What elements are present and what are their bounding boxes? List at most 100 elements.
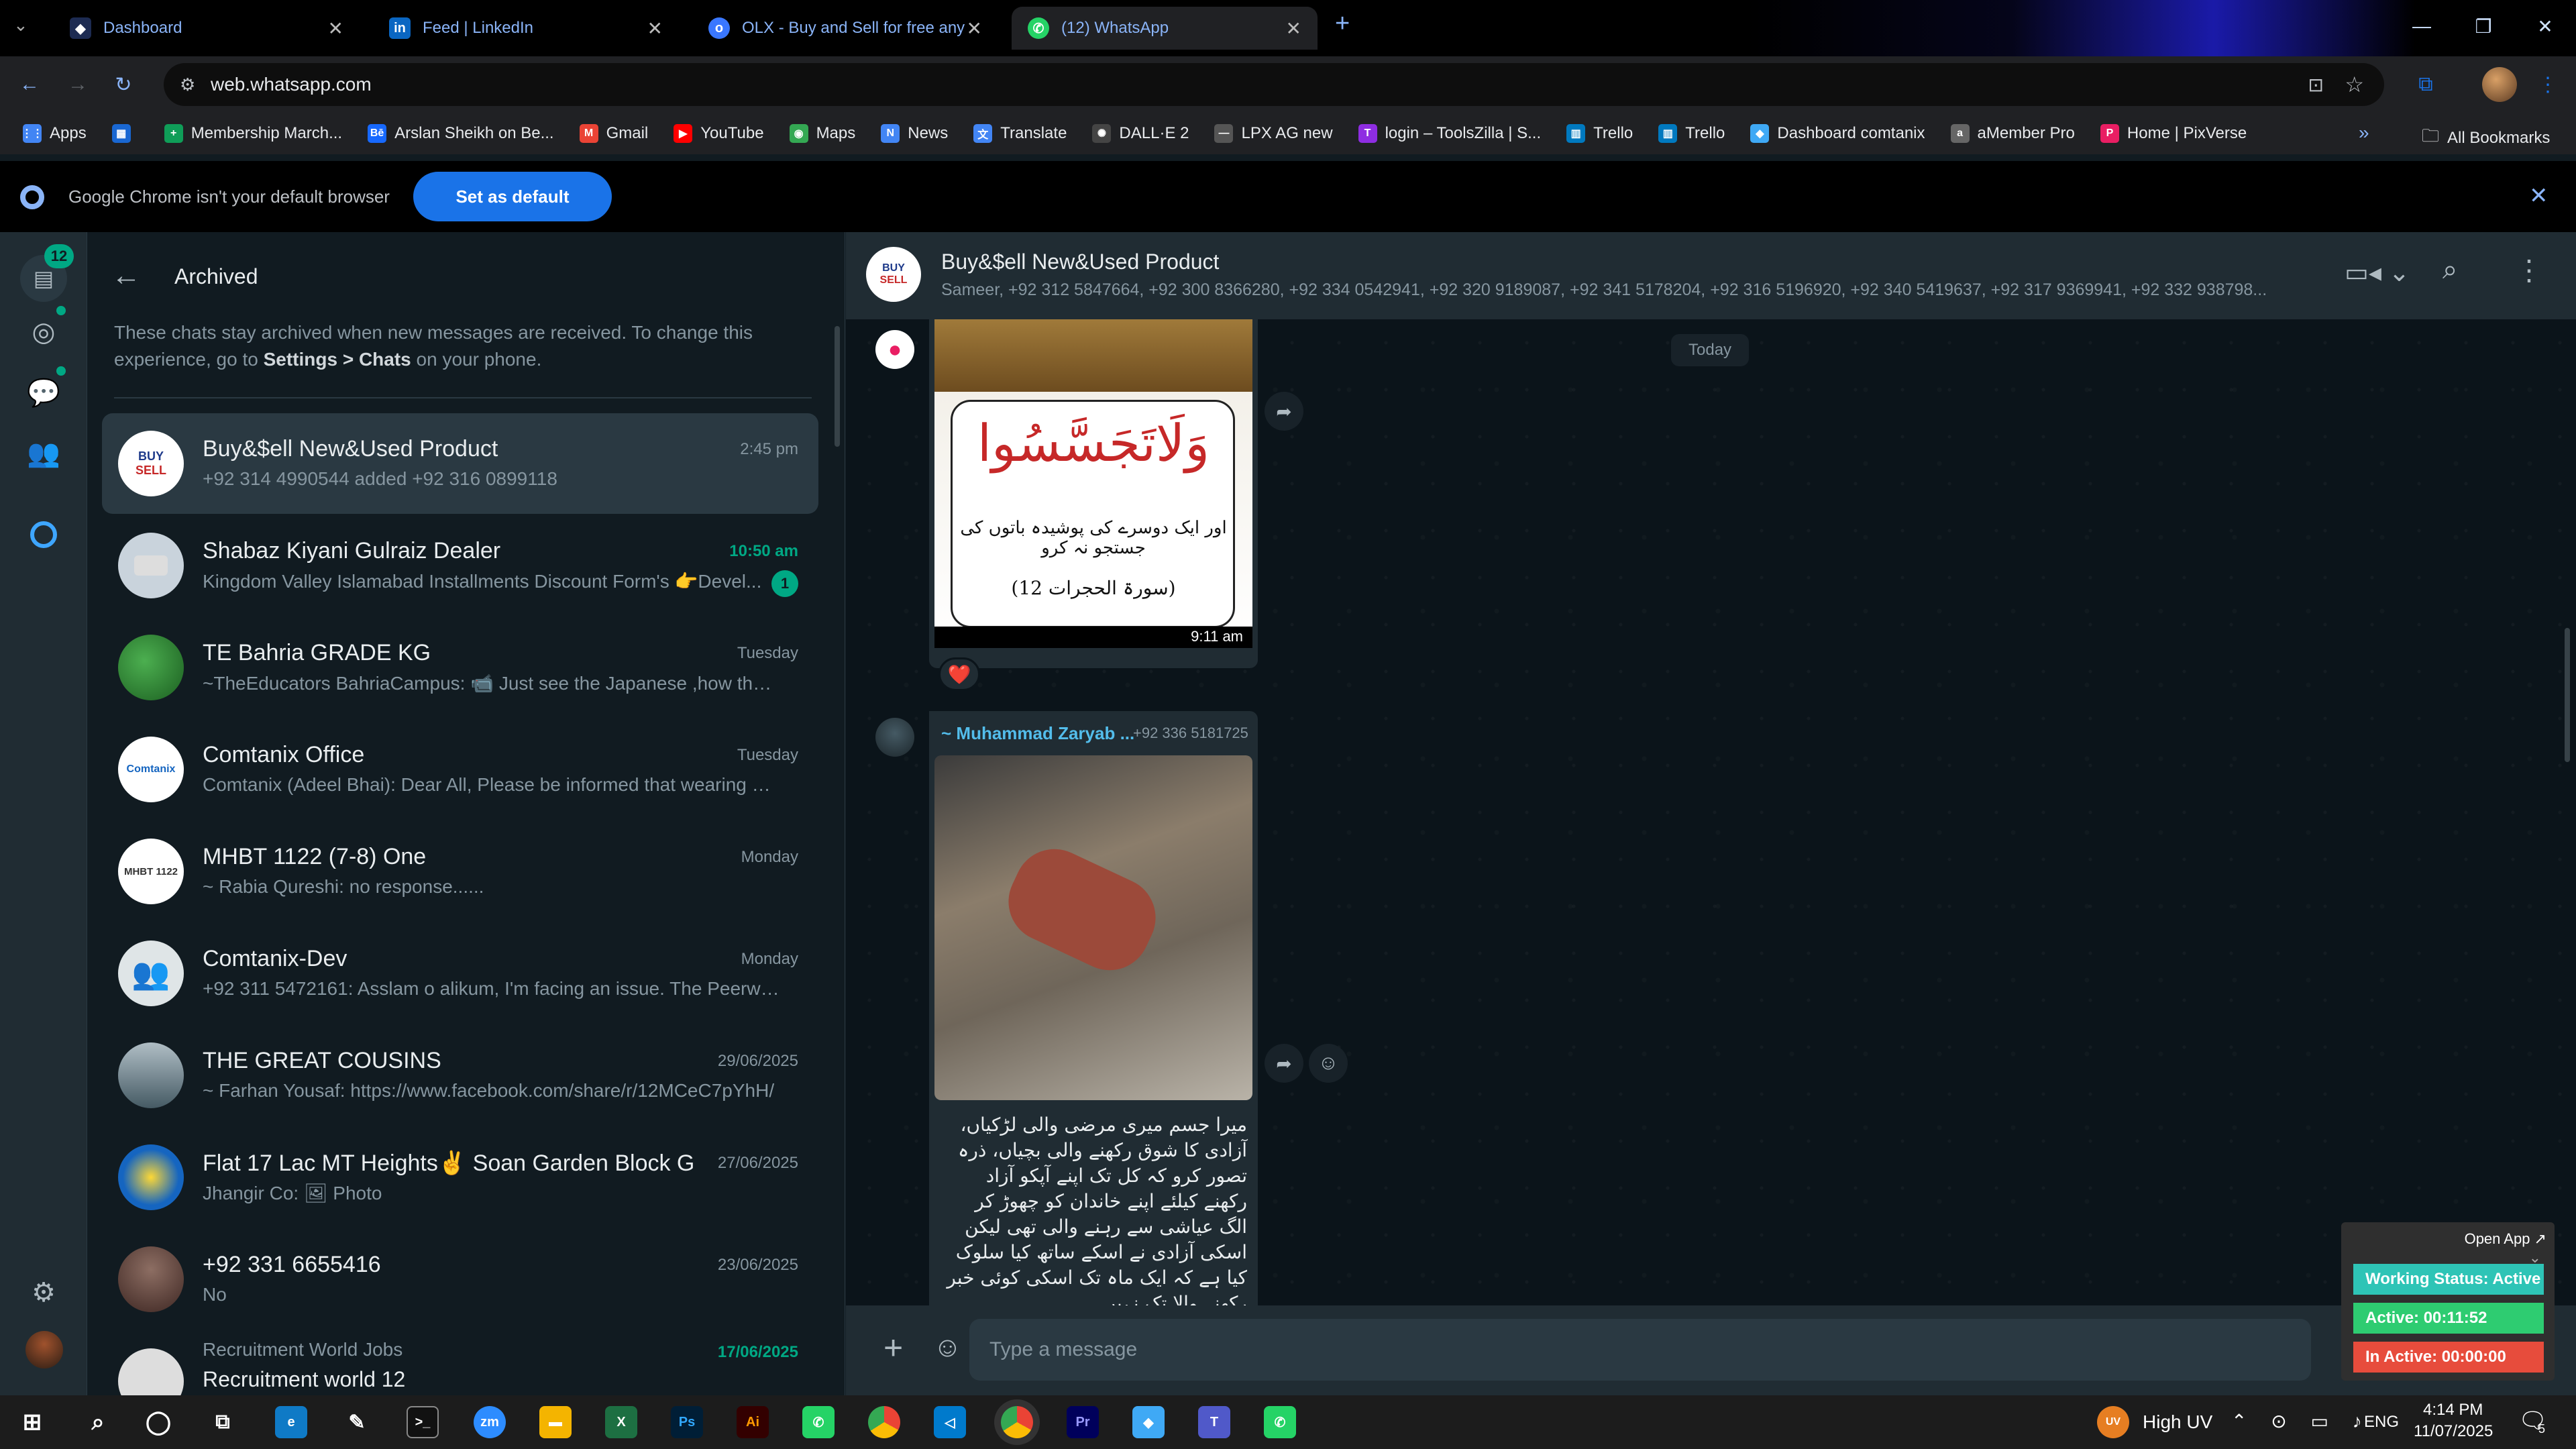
bookmark-translate[interactable]: 文 Translate bbox=[973, 124, 1067, 143]
communities-icon[interactable]: 👥 bbox=[25, 435, 62, 471]
back-button[interactable]: ← bbox=[13, 68, 46, 101]
bookmark-trello-1[interactable]: ▥ Trello bbox=[1566, 124, 1633, 143]
app-diamond-icon[interactable]: ◆ bbox=[1132, 1406, 1165, 1438]
tab-linkedin[interactable]: in Feed | LinkedIn ✕ bbox=[373, 7, 679, 50]
reaction-heart[interactable]: ❤️ bbox=[938, 657, 980, 691]
bookmark-grid[interactable]: ▦ bbox=[111, 124, 139, 143]
search-icon[interactable]: ⌕ bbox=[82, 1406, 114, 1438]
conversation-scrollbar[interactable] bbox=[2565, 628, 2570, 762]
teams-icon[interactable]: T bbox=[1198, 1406, 1230, 1438]
chrome-menu-icon[interactable]: ⋮ bbox=[2532, 68, 2564, 101]
bookmark-news[interactable]: N News bbox=[881, 124, 948, 143]
chat-item-mhbt[interactable]: MHBT 1122 MHBT 1122 (7-8) One ~ Rabia Qu… bbox=[102, 821, 818, 922]
vscode-icon[interactable]: ◁ bbox=[934, 1406, 966, 1438]
forward-button[interactable]: → bbox=[62, 68, 94, 101]
conversation-header[interactable]: BUY SELL Buy&$ell New&Used Product Sameer… bbox=[846, 232, 2576, 319]
edge-icon[interactable]: e bbox=[275, 1406, 307, 1438]
profile-avatar[interactable] bbox=[2482, 67, 2517, 102]
chat-item-comtanix-dev[interactable]: 👥 Comtanix-Dev +92 311 5472161: Asslam o… bbox=[102, 923, 818, 1024]
address-bar[interactable]: ⚙ web.whatsapp.com ⊡ ☆ bbox=[164, 63, 2384, 106]
install-app-icon[interactable]: ⊡ bbox=[2308, 74, 2324, 96]
close-tab-icon[interactable]: ✕ bbox=[328, 17, 343, 40]
close-tab-icon[interactable]: ✕ bbox=[1286, 17, 1301, 40]
search-icon[interactable]: ⌕ bbox=[2443, 255, 2457, 285]
close-window-button[interactable]: ✕ bbox=[2514, 0, 2576, 52]
illustrator-icon[interactable]: Ai bbox=[737, 1406, 769, 1438]
shared-photo[interactable] bbox=[934, 755, 1252, 1100]
bookmark-star-icon[interactable]: ☆ bbox=[2345, 72, 2364, 97]
profile-avatar[interactable] bbox=[25, 1331, 63, 1368]
status-icon[interactable]: ◎ bbox=[25, 314, 62, 350]
chat-list-scrollbar[interactable] bbox=[835, 326, 840, 447]
bookmark-toolszilla[interactable]: Tlogin – ToolsZilla | S... bbox=[1358, 124, 1541, 143]
quran-verse-image[interactable]: وَلَاتَجَسَّسُوا اور ایک دوسرے کی پوشیدہ… bbox=[934, 319, 1252, 648]
set-as-default-button[interactable]: Set as default bbox=[413, 172, 612, 221]
message-input[interactable]: Type a message bbox=[969, 1319, 2311, 1381]
clock-date[interactable]: 11/07/2025 bbox=[2414, 1422, 2493, 1441]
bookmark-lpx[interactable]: — LPX AG new bbox=[1214, 124, 1333, 143]
chrome-icon[interactable] bbox=[868, 1406, 900, 1438]
windows-start-icon[interactable]: ⊞ bbox=[16, 1406, 48, 1438]
minimize-button[interactable]: — bbox=[2391, 0, 2453, 52]
chat-item-comtanix-office[interactable]: Comtanix Comtanix Office Comtanix (Adeel… bbox=[102, 719, 818, 820]
tab-dashboard[interactable]: ◆ Dashboard ✕ bbox=[54, 7, 360, 50]
photoshop-icon[interactable]: Ps bbox=[671, 1406, 703, 1438]
attach-plus-icon[interactable]: + bbox=[883, 1328, 903, 1367]
close-tab-icon[interactable]: ✕ bbox=[967, 17, 982, 40]
weather-text[interactable]: High UV bbox=[2143, 1411, 2212, 1433]
image-message[interactable]: وَلَاتَجَسَّسُوا اور ایک دوسرے کی پوشیدہ… bbox=[929, 319, 1258, 668]
tray-icons[interactable]: ⌃ ⊙ ▭ ♪ bbox=[2231, 1410, 2371, 1432]
chat-item-great-cousins[interactable]: THE GREAT COUSINS ~ Farhan Yousaf: https… bbox=[102, 1025, 818, 1126]
sender-name[interactable]: ~ Muhammad Zaryab ... bbox=[941, 723, 1134, 744]
bookmark-amember[interactable]: a aMember Pro bbox=[1950, 124, 2075, 143]
task-view-icon[interactable]: ⧉ bbox=[207, 1406, 239, 1438]
zoom-icon[interactable]: zm bbox=[474, 1406, 506, 1438]
tab-search-chevron-icon[interactable]: ⌄ bbox=[13, 15, 28, 36]
back-arrow-icon[interactable]: ← bbox=[111, 259, 141, 292]
forward-icon[interactable]: ➦ bbox=[1265, 392, 1303, 431]
open-app-link[interactable]: Open App ↗ bbox=[2465, 1230, 2546, 1248]
tab-olx[interactable]: o OLX - Buy and Sell for free any ✕ bbox=[692, 7, 998, 50]
image-message[interactable]: ~ Muhammad Zaryab ... +92 336 5181725 می… bbox=[929, 711, 1258, 1315]
react-emoji-icon[interactable]: ☺ bbox=[1309, 1044, 1348, 1083]
cortana-icon[interactable]: ◯ bbox=[142, 1406, 174, 1438]
bookmark-youtube[interactable]: ▶ YouTube bbox=[674, 124, 764, 143]
bookmark-behance[interactable]: Bē Arslan Sheikh on Be... bbox=[368, 124, 554, 143]
weather-icon[interactable]: UV bbox=[2097, 1406, 2129, 1438]
file-explorer-icon[interactable]: ▬ bbox=[539, 1406, 572, 1438]
forward-icon[interactable]: ➦ bbox=[1265, 1044, 1303, 1083]
chat-item-buy-sell[interactable]: BUY SELL Buy&$ell New&Used Product +92 31… bbox=[102, 413, 818, 514]
chat-item-te-bahria[interactable]: TE Bahria GRADE KG ~TheEducators BahriaC… bbox=[102, 617, 818, 718]
video-call-icon[interactable]: ▭◂ ⌄ bbox=[2345, 258, 2410, 288]
language-indicator[interactable]: ENG bbox=[2364, 1413, 2399, 1432]
close-tab-icon[interactable]: ✕ bbox=[647, 17, 663, 40]
meta-ai-icon[interactable] bbox=[25, 517, 62, 553]
close-infobar-icon[interactable]: ✕ bbox=[2529, 182, 2548, 209]
bookmark-comtanix[interactable]: ◆ Dashboard comtanix bbox=[1750, 124, 1925, 143]
clock-time[interactable]: 4:14 PM bbox=[2423, 1401, 2483, 1419]
terminal-icon[interactable]: >_ bbox=[407, 1406, 439, 1438]
premiere-icon[interactable]: Pr bbox=[1067, 1406, 1099, 1438]
tab-whatsapp[interactable]: ✆ (12) WhatsApp ✕ bbox=[1012, 7, 1318, 50]
bookmark-gmail[interactable]: M Gmail bbox=[579, 124, 648, 143]
reload-button[interactable]: ↻ bbox=[107, 68, 140, 101]
more-bookmarks-chevron-icon[interactable]: » bbox=[2359, 122, 2369, 144]
all-bookmarks-folder[interactable]: 🗀 All Bookmarks bbox=[2422, 123, 2550, 153]
excel-icon[interactable]: X bbox=[605, 1406, 637, 1438]
sticker-emoji-icon[interactable]: ☺ bbox=[933, 1331, 962, 1363]
restore-button[interactable]: ❐ bbox=[2453, 0, 2514, 52]
chat-item-9233[interactable]: +92 331 6655416 No 23/06/2025 bbox=[102, 1229, 818, 1330]
extensions-icon[interactable]: ⧉ bbox=[2410, 68, 2442, 101]
settings-icon[interactable]: ⚙ bbox=[25, 1275, 62, 1311]
chat-item-shabaz[interactable]: Shabaz Kiyani Gulraiz Dealer Kingdom Val… bbox=[102, 515, 818, 616]
new-tab-button[interactable]: + bbox=[1335, 9, 1350, 38]
pen-tool-icon[interactable]: ✎ bbox=[341, 1406, 373, 1438]
channels-icon[interactable]: 💬 bbox=[25, 374, 62, 411]
chat-item-recruitment[interactable]: Recruitment World Jobs Recruitment world… bbox=[102, 1331, 818, 1395]
menu-dots-icon[interactable]: ⋮ bbox=[2515, 254, 2543, 286]
site-info-icon[interactable]: ⚙ bbox=[180, 74, 195, 95]
bookmark-trello-2[interactable]: ▥ Trello bbox=[1658, 124, 1725, 143]
chrome-active-icon[interactable] bbox=[1001, 1406, 1033, 1438]
bookmark-membership[interactable]: + Membership March... bbox=[164, 124, 342, 143]
group-avatar[interactable]: BUY SELL bbox=[866, 247, 921, 302]
